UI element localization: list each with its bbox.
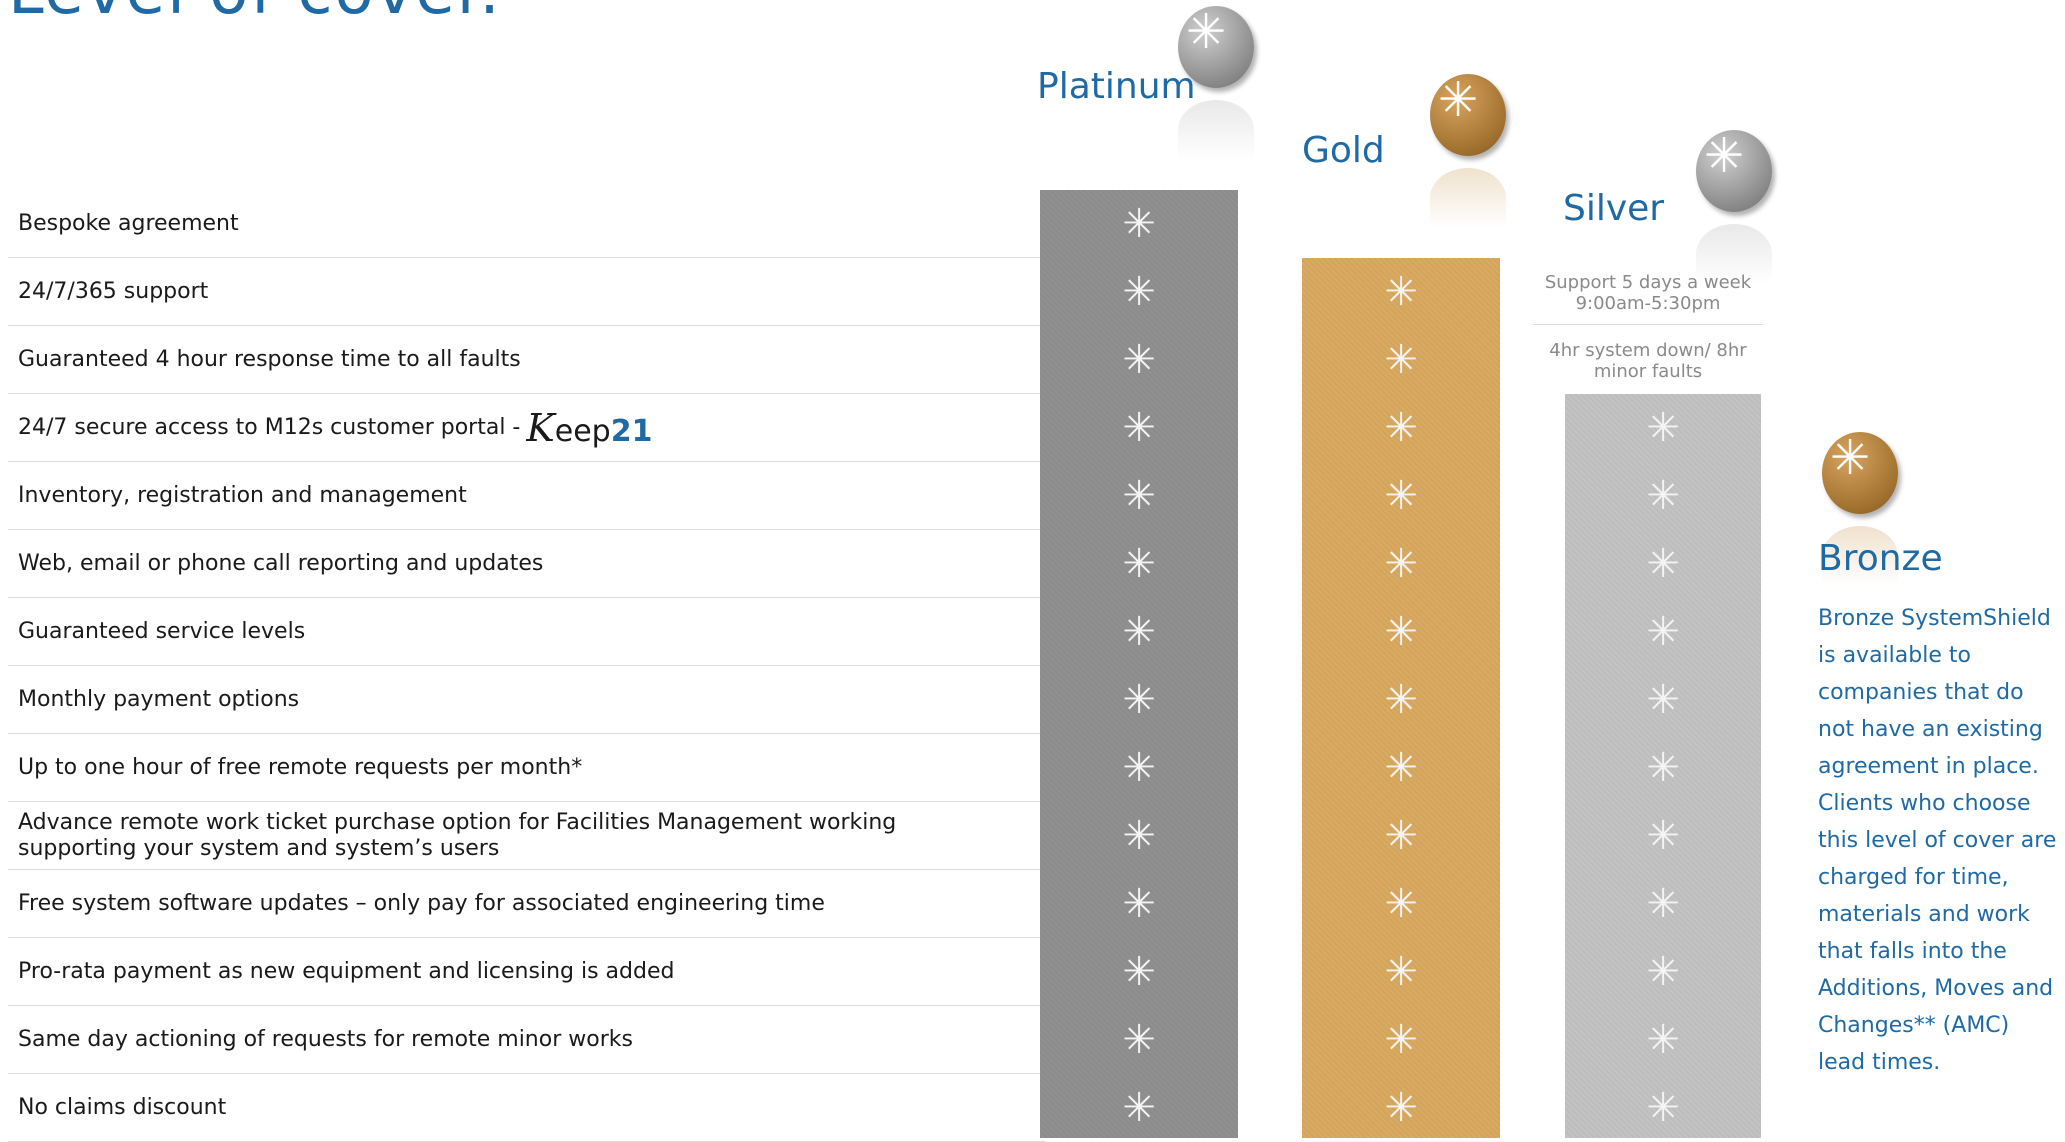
gold-check-star-icon: ✳ — [1384, 1017, 1418, 1063]
bronze-description: Bronze SystemShield is available to comp… — [1818, 606, 2057, 1075]
page-title: Level of cover. — [8, 0, 502, 24]
silver-check-star-icon: ✳ — [1646, 609, 1680, 655]
platinum-check-star-icon: ✳ — [1122, 405, 1156, 451]
tier-heading-platinum: Platinum — [1037, 66, 1196, 107]
feature-row: No claims discount — [8, 1074, 1046, 1142]
silver-column: ✳ ✳ ✳ ✳ ✳ ✳ ✳ ✳ ✳ ✳ ✳ — [1565, 394, 1761, 1138]
feature-label: Same day actioning of requests for remot… — [18, 1026, 633, 1052]
platinum-column: ✳ ✳ ✳ ✳ ✳ ✳ ✳ ✳ ✳ ✳ ✳ ✳ ✳ ✳ — [1040, 190, 1238, 1138]
gold-check-star-icon: ✳ — [1384, 473, 1418, 519]
gold-check-star-icon: ✳ — [1384, 677, 1418, 723]
gold-check-star-icon: ✳ — [1384, 541, 1418, 587]
keep21-logo-k: K — [526, 405, 555, 450]
platinum-check-star-icon: ✳ — [1122, 473, 1156, 519]
platinum-check-star-icon: ✳ — [1122, 609, 1156, 655]
gold-check-star-icon: ✳ — [1384, 813, 1418, 859]
gold-check-star-icon: ✳ — [1384, 949, 1418, 995]
platinum-check-star-icon: ✳ — [1122, 541, 1156, 587]
gold-check-star-icon: ✳ — [1384, 745, 1418, 791]
platinum-check-star-icon: ✳ — [1122, 337, 1156, 383]
gold-column: ✳ ✳ ✳ ✳ ✳ ✳ ✳ ✳ ✳ ✳ ✳ ✳ ✳ — [1302, 258, 1500, 1138]
feature-label: Free system software updates – only pay … — [18, 890, 825, 916]
gold-check-star-icon: ✳ — [1384, 1085, 1418, 1131]
platinum-check-star-icon: ✳ — [1122, 813, 1156, 859]
silver-check-star-icon: ✳ — [1646, 1017, 1680, 1063]
feature-row: Guaranteed 4 hour response time to all f… — [8, 326, 1046, 394]
gold-check-star-icon: ✳ — [1384, 405, 1418, 451]
silver-check-star-icon: ✳ — [1646, 745, 1680, 791]
platinum-check-star-icon: ✳ — [1122, 201, 1156, 247]
feature-row: Advance remote work ticket purchase opti… — [8, 802, 1046, 870]
feature-row: Free system software updates – only pay … — [8, 870, 1046, 938]
feature-label: Guaranteed 4 hour response time to all f… — [18, 346, 521, 372]
feature-label: 24/7/365 support — [18, 278, 209, 304]
feature-label: Bespoke agreement — [18, 210, 239, 236]
bronze-medal-icon: ✳ — [1822, 432, 1898, 514]
platinum-check-star-icon: ✳ — [1122, 1085, 1156, 1131]
gold-check-star-icon: ✳ — [1384, 609, 1418, 655]
feature-row: 24/7 secure access to M12s customer port… — [8, 394, 1046, 462]
feature-label: Pro-rata payment as new equipment and li… — [18, 958, 675, 984]
feature-label: Guaranteed service levels — [18, 618, 306, 644]
silver-support-note: Support 5 days a week 9:00am-5:30pm — [1533, 272, 1763, 325]
feature-label: Web, email or phone call reporting and u… — [18, 550, 544, 576]
silver-check-star-icon: ✳ — [1646, 541, 1680, 587]
gold-check-star-icon: ✳ — [1384, 881, 1418, 927]
silver-check-star-icon: ✳ — [1646, 1085, 1680, 1131]
feature-row: Guaranteed service levels — [8, 598, 1046, 666]
feature-label: Inventory, registration and management — [18, 482, 467, 508]
feature-label: Advance remote work ticket purchase opti… — [18, 809, 897, 861]
gold-medal-icon: ✳ — [1430, 74, 1506, 156]
gold-medal-reflection — [1430, 168, 1506, 228]
feature-label: No claims discount — [18, 1094, 227, 1120]
tier-heading-gold: Gold — [1302, 130, 1385, 171]
feature-label: 24/7 secure access to M12s customer port… — [18, 414, 521, 440]
feature-row: Pro-rata payment as new equipment and li… — [8, 938, 1046, 1006]
platinum-check-star-icon: ✳ — [1122, 269, 1156, 315]
feature-row: Inventory, registration and management — [8, 462, 1046, 530]
silver-medal-icon: ✳ — [1696, 130, 1772, 212]
silver-check-star-icon: ✳ — [1646, 949, 1680, 995]
tier-heading-bronze: Bronze — [1818, 538, 1943, 579]
feature-row: Web, email or phone call reporting and u… — [8, 530, 1046, 598]
platinum-check-star-icon: ✳ — [1122, 881, 1156, 927]
silver-check-star-icon: ✳ — [1646, 405, 1680, 451]
platinum-check-star-icon: ✳ — [1122, 745, 1156, 791]
feature-row: 24/7/365 support — [8, 258, 1046, 326]
platinum-medal-reflection — [1178, 100, 1254, 160]
silver-check-star-icon: ✳ — [1646, 813, 1680, 859]
feature-label: Up to one hour of free remote requests p… — [18, 754, 583, 780]
keep21-logo-eep: eep — [554, 413, 611, 449]
feature-row: Up to one hour of free remote requests p… — [8, 734, 1046, 802]
silver-check-star-icon: ✳ — [1646, 677, 1680, 723]
feature-row: Same day actioning of requests for remot… — [8, 1006, 1046, 1074]
feature-label: Monthly payment options — [18, 686, 300, 712]
silver-check-star-icon: ✳ — [1646, 881, 1680, 927]
silver-response-note: 4hr system down/ 8hr minor faults — [1549, 340, 1747, 382]
platinum-check-star-icon: ✳ — [1122, 1017, 1156, 1063]
gold-check-star-icon: ✳ — [1384, 269, 1418, 315]
keep21-logo-number: 21 — [610, 413, 653, 449]
keep21-logo: Keep 21 — [526, 409, 652, 447]
tier-heading-silver: Silver — [1563, 188, 1665, 229]
silver-check-star-icon: ✳ — [1646, 473, 1680, 519]
gold-check-star-icon: ✳ — [1384, 337, 1418, 383]
platinum-check-star-icon: ✳ — [1122, 677, 1156, 723]
platinum-check-star-icon: ✳ — [1122, 949, 1156, 995]
feature-row: Monthly payment options — [8, 666, 1046, 734]
feature-row: Bespoke agreement — [8, 190, 1046, 258]
